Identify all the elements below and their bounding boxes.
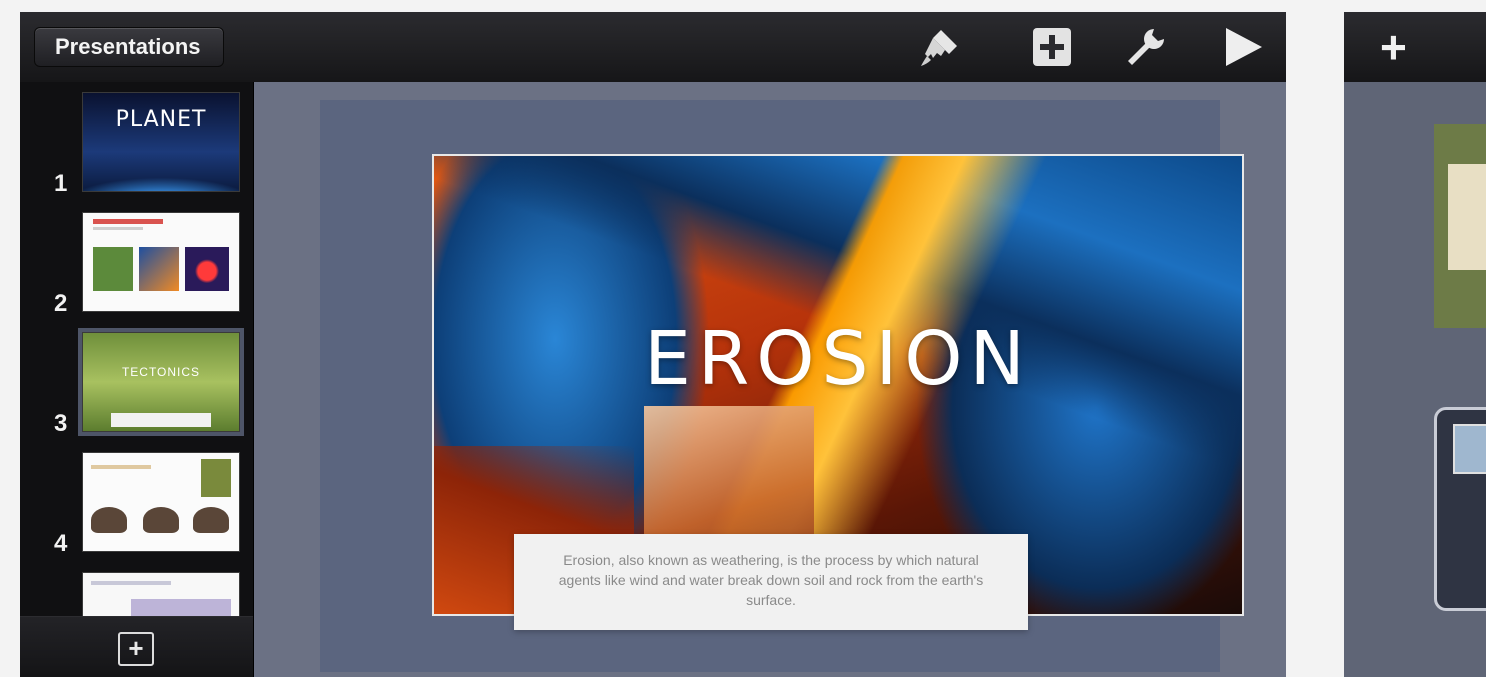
keynote-window: Presentations 1 PLANET 2 3 TECTONICS 4 +… — [20, 12, 1286, 677]
slide-thumbnail-image — [82, 212, 240, 312]
document-thumbnail[interactable] — [1434, 124, 1486, 328]
slide-number: 3 — [54, 410, 68, 437]
slide-thumbnail-title: TECTONICS — [121, 365, 201, 379]
presentation-preview — [1453, 424, 1486, 474]
slide-caption[interactable]: Erosion, also known as weathering, is th… — [514, 534, 1028, 630]
slide-thumbnail-5[interactable] — [20, 572, 253, 622]
slide-title[interactable]: EROSION — [434, 316, 1242, 402]
slide-thumbnail-image: TECTONICS — [78, 328, 244, 436]
document-page — [1448, 164, 1486, 270]
slide-number: 2 — [54, 290, 68, 317]
slide-thumbnail-3[interactable]: 3 TECTONICS — [20, 328, 253, 437]
document-manager-window: + — [1344, 12, 1486, 677]
slide-thumbnail-2[interactable]: 2 — [20, 212, 253, 317]
plus-icon[interactable]: + — [1380, 24, 1407, 70]
slide-thumbnail-title: PLANET — [115, 107, 207, 132]
sidebar-footer: + — [20, 616, 253, 677]
slide-thumbnail-image — [82, 572, 240, 622]
wrench-icon[interactable] — [1122, 24, 1170, 70]
slide-thumbnail-image — [82, 452, 240, 552]
toolbar: Presentations — [20, 12, 1286, 83]
toolbar: + — [1344, 12, 1486, 82]
slide-navigator: 1 PLANET 2 3 TECTONICS 4 + — [20, 82, 254, 677]
slide-number: 4 — [54, 530, 68, 557]
slide-thumbnail-4[interactable]: 4 — [20, 452, 253, 557]
slide-number: 1 — [54, 170, 68, 197]
add-media-icon[interactable] — [1028, 24, 1076, 70]
paintbrush-icon[interactable] — [916, 24, 964, 70]
slide-thumbnail-1[interactable]: 1 PLANET — [20, 92, 253, 197]
slide-thumbnail-image: PLANET — [82, 92, 240, 192]
presentation-thumbnail[interactable] — [1434, 407, 1486, 611]
presentations-back-button[interactable]: Presentations — [34, 27, 224, 67]
add-slide-icon[interactable]: + — [118, 632, 154, 666]
play-icon[interactable] — [1218, 24, 1266, 70]
